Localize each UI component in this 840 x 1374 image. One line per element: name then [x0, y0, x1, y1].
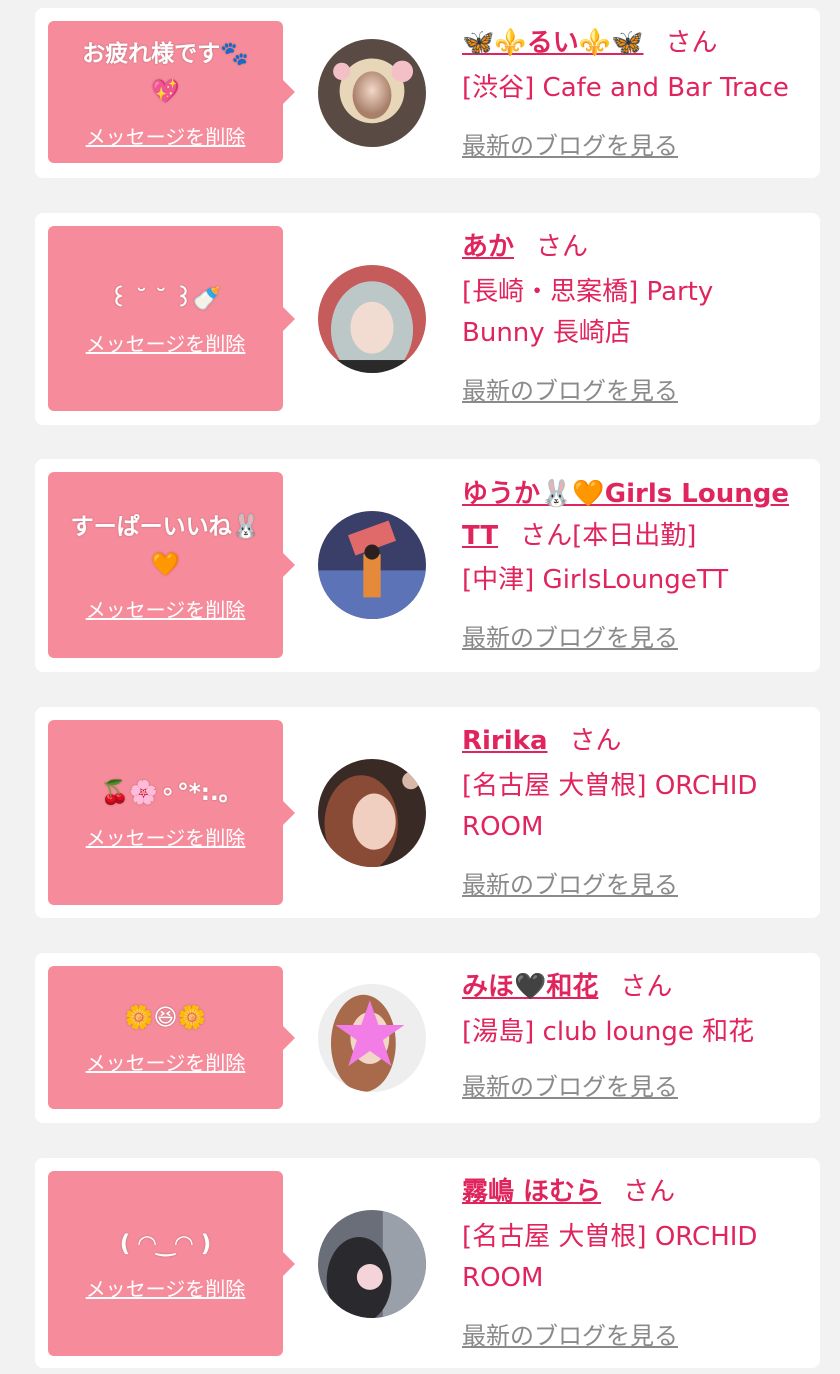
shop-name: [長崎・思案橋] Party Bunny 長崎店	[462, 277, 714, 348]
cast-name-link[interactable]: 霧嶋 ほむら	[462, 1177, 601, 1207]
shop-name: [中津] GirlsLoungeTT	[462, 565, 729, 595]
message-card: 🌼😆🌼 メッセージを削除 みほ🖤和花 さん [湯島] club lounge 和花…	[35, 953, 820, 1123]
shop-name: [渋谷] Cafe and Bar Trace	[462, 73, 789, 103]
message-line: 🍒🌸⚬°*:.｡	[100, 780, 231, 806]
message-card: すーぱーいいね🐰 🧡 メッセージを削除 ゆうか🐰🧡Girls Lounge TT…	[35, 459, 820, 672]
message-text: すーぱーいいね🐰 🧡	[71, 508, 261, 584]
cast-name-link[interactable]: みほ🖤和花	[462, 972, 598, 1002]
cast-name-link[interactable]: TT	[462, 521, 498, 551]
profile-info: 霧嶋 ほむら さん [名古屋 大曽根] ORCHID ROOM 最新のブログを見る	[462, 1171, 802, 1351]
delete-message-link[interactable]: メッセージを削除	[86, 594, 246, 623]
message-card: ꒰ ˘ ˘ ꒱🍼 メッセージを削除 あか さん [長崎・思案橋] Party Bun…	[35, 213, 820, 425]
delete-message-link[interactable]: メッセージを削除	[86, 1273, 246, 1302]
delete-message-link[interactable]: メッセージを削除	[86, 328, 246, 357]
message-line: お疲れ様です🐾	[82, 40, 249, 67]
latest-blog-link[interactable]: 最新のブログを見る	[462, 1067, 678, 1102]
latest-blog-link[interactable]: 最新のブログを見る	[462, 126, 678, 161]
cast-name-link[interactable]: ゆうか🐰🧡Girls Lounge	[462, 479, 789, 509]
avatar[interactable]	[318, 759, 426, 867]
profile-info: 🦋⚜️るい⚜️🦋 さん [渋谷] Cafe and Bar Trace 最新のブロ…	[462, 22, 802, 161]
message-line: ꒰ ˘ ˘ ꒱🍼	[109, 286, 222, 312]
cast-name-link[interactable]: あか	[462, 232, 514, 262]
cast-name-link[interactable]: Ririka	[462, 726, 548, 756]
honorific: さん	[536, 232, 589, 262]
message-text: 🌼😆🌼	[125, 999, 206, 1037]
honorific: さん	[665, 28, 718, 58]
message-bubble: 🌼😆🌼 メッセージを削除	[48, 966, 283, 1109]
shop-name: [名古屋 大曽根] ORCHID ROOM	[462, 1222, 758, 1293]
message-text: お疲れ様です🐾 💖	[82, 35, 249, 111]
message-line: ( ◠‿◠ )	[119, 1231, 212, 1257]
profile-info: あか さん [長崎・思案橋] Party Bunny 長崎店 最新のブログを見る	[462, 226, 802, 406]
latest-blog-link[interactable]: 最新のブログを見る	[462, 865, 678, 900]
avatar[interactable]	[318, 1210, 426, 1318]
status-badge: [本日出勤]	[572, 521, 697, 551]
latest-blog-link[interactable]: 最新のブログを見る	[462, 371, 678, 406]
profile-info: ゆうか🐰🧡Girls Lounge TT さん[本日出勤] [中津] GirlsL…	[462, 473, 802, 653]
message-line: 💖	[151, 78, 180, 105]
profile-info: Ririka さん [名古屋 大曽根] ORCHID ROOM 最新のブログを見る	[462, 720, 802, 900]
message-text: 🍒🌸⚬°*:.｡	[101, 774, 231, 812]
delete-message-link[interactable]: メッセージを削除	[86, 121, 246, 150]
message-line: すーぱーいいね🐰	[70, 513, 261, 540]
avatar[interactable]	[318, 265, 426, 373]
message-bubble: お疲れ様です🐾 💖 メッセージを削除	[48, 21, 283, 163]
avatar[interactable]	[318, 511, 426, 619]
delete-message-link[interactable]: メッセージを削除	[86, 822, 246, 851]
message-card: お疲れ様です🐾 💖 メッセージを削除 🦋⚜️るい⚜️🦋 さん [渋谷] Cafe …	[35, 8, 820, 178]
message-bubble: ( ◠‿◠ ) メッセージを削除	[48, 1171, 283, 1356]
message-line: 🧡	[151, 551, 180, 578]
shop-name: [名古屋 大曽根] ORCHID ROOM	[462, 771, 758, 842]
latest-blog-link[interactable]: 最新のブログを見る	[462, 618, 678, 653]
shop-name: [湯島] club lounge 和花	[462, 1017, 755, 1047]
message-text: ꒰ ˘ ˘ ꒱🍼	[110, 280, 222, 318]
latest-blog-link[interactable]: 最新のブログを見る	[462, 1316, 678, 1351]
message-bubble: すーぱーいいね🐰 🧡 メッセージを削除	[48, 472, 283, 658]
message-bubble: 🍒🌸⚬°*:.｡ メッセージを削除	[48, 720, 283, 905]
avatar[interactable]	[318, 984, 426, 1092]
honorific: さん	[623, 1177, 676, 1207]
message-card: ( ◠‿◠ ) メッセージを削除 霧嶋 ほむら さん [名古屋 大曽根] ORCH…	[35, 1158, 820, 1368]
message-line: 🌼😆🌼	[124, 1005, 207, 1031]
message-text: ( ◠‿◠ )	[120, 1225, 211, 1263]
avatar[interactable]	[318, 39, 426, 147]
delete-message-link[interactable]: メッセージを削除	[86, 1047, 246, 1076]
honorific: さん	[620, 972, 673, 1002]
cast-name-link[interactable]: 🦋⚜️るい⚜️🦋	[462, 28, 644, 58]
message-bubble: ꒰ ˘ ˘ ꒱🍼 メッセージを削除	[48, 226, 283, 411]
honorific: さん	[569, 726, 622, 756]
honorific: さん	[520, 521, 573, 551]
profile-info: みほ🖤和花 さん [湯島] club lounge 和花 最新のブログを見る	[462, 966, 802, 1102]
message-card: 🍒🌸⚬°*:.｡ メッセージを削除 Ririka さん [名古屋 大曽根] ORC…	[35, 707, 820, 918]
